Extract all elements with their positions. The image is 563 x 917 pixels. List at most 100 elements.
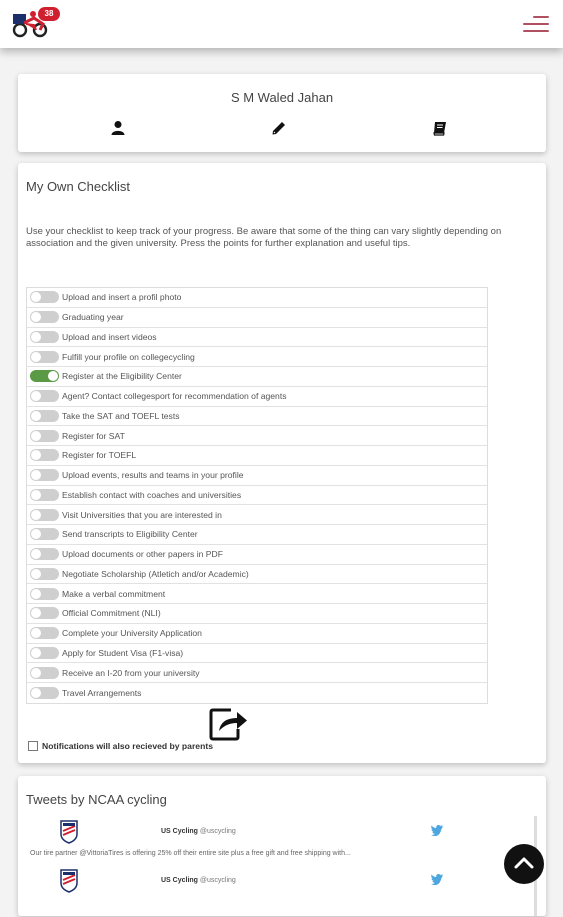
notify-parents-checkbox[interactable] xyxy=(28,741,38,751)
chevron-up-icon xyxy=(514,857,534,869)
tweets-title: Tweets by NCAA cycling xyxy=(26,792,167,807)
checklist-item[interactable]: Register for SAT xyxy=(27,426,487,446)
checklist-item[interactable]: Complete your University Application xyxy=(27,624,487,644)
user-icon[interactable] xyxy=(110,120,126,136)
checklist-item-label[interactable]: Receive an I-20 from your university xyxy=(62,668,200,678)
checklist-toggle[interactable] xyxy=(30,469,59,482)
share-icon[interactable] xyxy=(209,706,249,742)
notify-parents-label: Notifications will also recieved by pare… xyxy=(42,741,213,751)
checklist-item[interactable]: Make a verbal commitment xyxy=(27,584,487,604)
usa-cycling-logo-icon xyxy=(60,869,78,893)
toggle-knob xyxy=(31,391,41,402)
checklist-item-label[interactable]: Upload and insert a profil photo xyxy=(62,292,181,302)
checklist-item-label[interactable]: Visit Universities that you are interest… xyxy=(62,510,222,520)
checklist-item-label[interactable]: Negotiate Scholarship (Atletich and/or A… xyxy=(62,569,249,579)
toggle-knob xyxy=(31,568,41,579)
checklist-toggle[interactable] xyxy=(30,311,59,324)
checklist-item-label[interactable]: Travel Arrangements xyxy=(62,688,141,698)
checklist-toggle[interactable] xyxy=(30,409,59,422)
checklist-toggle[interactable] xyxy=(30,686,59,699)
checklist-item[interactable]: Take the SAT and TOEFL tests xyxy=(27,407,487,427)
checklist-item-label[interactable]: Graduating year xyxy=(62,312,124,322)
checklist-item[interactable]: Register at the Eligibility Center xyxy=(27,367,487,387)
checklist-item-label[interactable]: Agent? Contact collegesport for recommen… xyxy=(62,391,287,401)
pencil-icon[interactable] xyxy=(271,120,287,136)
checklist-toggle[interactable] xyxy=(30,528,59,541)
checklist-toggle[interactable] xyxy=(30,646,59,659)
checklist-item[interactable]: Upload and insert a profil photo xyxy=(27,288,487,308)
checklist-item-label[interactable]: Register for TOEFL xyxy=(62,450,136,460)
hamburger-icon[interactable] xyxy=(523,14,549,34)
checklist-item[interactable]: Visit Universities that you are interest… xyxy=(27,505,487,525)
profile-name: S M Waled Jahan xyxy=(230,90,334,105)
book-icon[interactable] xyxy=(432,120,448,136)
checklist-item[interactable]: Agent? Contact collegesport for recommen… xyxy=(27,387,487,407)
checklist-item-label[interactable]: Apply for Student Visa (F1-visa) xyxy=(62,648,183,658)
checklist-item[interactable]: Apply for Student Visa (F1-visa) xyxy=(27,644,487,664)
tweet-author-name[interactable]: US Cycling xyxy=(161,877,198,884)
checklist-item-label[interactable]: Take the SAT and TOEFL tests xyxy=(62,411,180,421)
checklist-item[interactable]: Travel Arrangements xyxy=(27,683,487,703)
checklist-item-label[interactable]: Make a verbal commitment xyxy=(62,589,165,599)
checklist-item[interactable]: Fulfill your profile on collegecycling xyxy=(27,347,487,367)
checklist-toggle[interactable] xyxy=(30,350,59,363)
tweet-item[interactable]: US Cycling @uscycling xyxy=(26,869,526,917)
checklist-toggle[interactable] xyxy=(30,607,59,620)
checklist-item-label[interactable]: Complete your University Application xyxy=(62,628,202,638)
checklist-item-label[interactable]: Register at the Eligibility Center xyxy=(62,371,182,381)
checklist-item-label[interactable]: Establish contact with coaches and unive… xyxy=(62,490,241,500)
toggle-knob xyxy=(31,450,41,461)
toggle-knob xyxy=(31,470,41,481)
checklist-toggle[interactable] xyxy=(30,567,59,580)
tweet-item[interactable]: US Cycling @uscycling Our tire partner @… xyxy=(26,820,526,868)
toggle-knob xyxy=(31,410,41,421)
toggle-knob xyxy=(31,628,41,639)
checklist-toggle[interactable] xyxy=(30,587,59,600)
checklist-title: My Own Checklist xyxy=(26,179,131,194)
checklist-item[interactable]: Upload events, results and teams in your… xyxy=(27,466,487,486)
checklist-toggle[interactable] xyxy=(30,449,59,462)
toggle-knob xyxy=(31,549,41,560)
checklist-item[interactable]: Negotiate Scholarship (Atletich and/or A… xyxy=(27,565,487,585)
checklist-item-label[interactable]: Upload events, results and teams in your… xyxy=(62,470,244,480)
toggle-knob xyxy=(31,351,41,362)
checklist-toggle[interactable] xyxy=(30,666,59,679)
checklist-item-label[interactable]: Send transcripts to Eligibility Center xyxy=(62,529,198,539)
top-bar: 38 xyxy=(0,0,563,48)
checklist-item[interactable]: Register for TOEFL xyxy=(27,446,487,466)
checklist-toggle[interactable] xyxy=(30,548,59,561)
checklist-item[interactable]: Establish contact with coaches and unive… xyxy=(27,486,487,506)
tweet-author-handle[interactable]: @uscycling xyxy=(200,877,236,884)
checklist-item-label[interactable]: Fulfill your profile on collegecycling xyxy=(62,352,195,362)
toggle-knob xyxy=(31,509,41,520)
twitter-icon[interactable] xyxy=(430,824,444,836)
checklist-item-label[interactable]: Upload documents or other papers in PDF xyxy=(62,549,223,559)
toggle-knob xyxy=(31,608,41,619)
checklist-item[interactable]: Receive an I-20 from your university xyxy=(27,663,487,683)
scroll-top-button[interactable] xyxy=(504,844,544,884)
toggle-knob xyxy=(31,647,41,658)
checklist-item-label[interactable]: Register for SAT xyxy=(62,431,125,441)
checklist-toggle[interactable] xyxy=(30,330,59,343)
checklist-item[interactable]: Official Commitment (NLI) xyxy=(27,604,487,624)
checklist-toggle[interactable] xyxy=(30,291,59,304)
checklist-toggle[interactable] xyxy=(30,390,59,403)
checklist-item[interactable]: Upload and insert videos xyxy=(27,328,487,348)
checklist-item[interactable]: Upload documents or other papers in PDF xyxy=(27,545,487,565)
tweet-author-handle[interactable]: @uscycling xyxy=(200,828,236,835)
twitter-icon[interactable] xyxy=(430,873,444,885)
notify-parents-option[interactable]: Notifications will also recieved by pare… xyxy=(28,741,213,751)
checklist-item-label[interactable]: Upload and insert videos xyxy=(62,332,157,342)
tweet-author[interactable]: US Cycling @uscycling xyxy=(161,828,236,835)
tweet-author[interactable]: US Cycling @uscycling xyxy=(161,877,236,884)
checklist-item[interactable]: Send transcripts to Eligibility Center xyxy=(27,525,487,545)
checklist-item[interactable]: Graduating year xyxy=(27,308,487,328)
checklist-toggle[interactable] xyxy=(30,370,59,383)
checklist-item-label[interactable]: Official Commitment (NLI) xyxy=(62,608,161,618)
checklist-toggle[interactable] xyxy=(30,508,59,521)
toggle-knob xyxy=(31,529,41,540)
checklist-toggle[interactable] xyxy=(30,627,59,640)
tweet-author-name[interactable]: US Cycling xyxy=(161,828,198,835)
checklist-toggle[interactable] xyxy=(30,488,59,501)
checklist-toggle[interactable] xyxy=(30,429,59,442)
